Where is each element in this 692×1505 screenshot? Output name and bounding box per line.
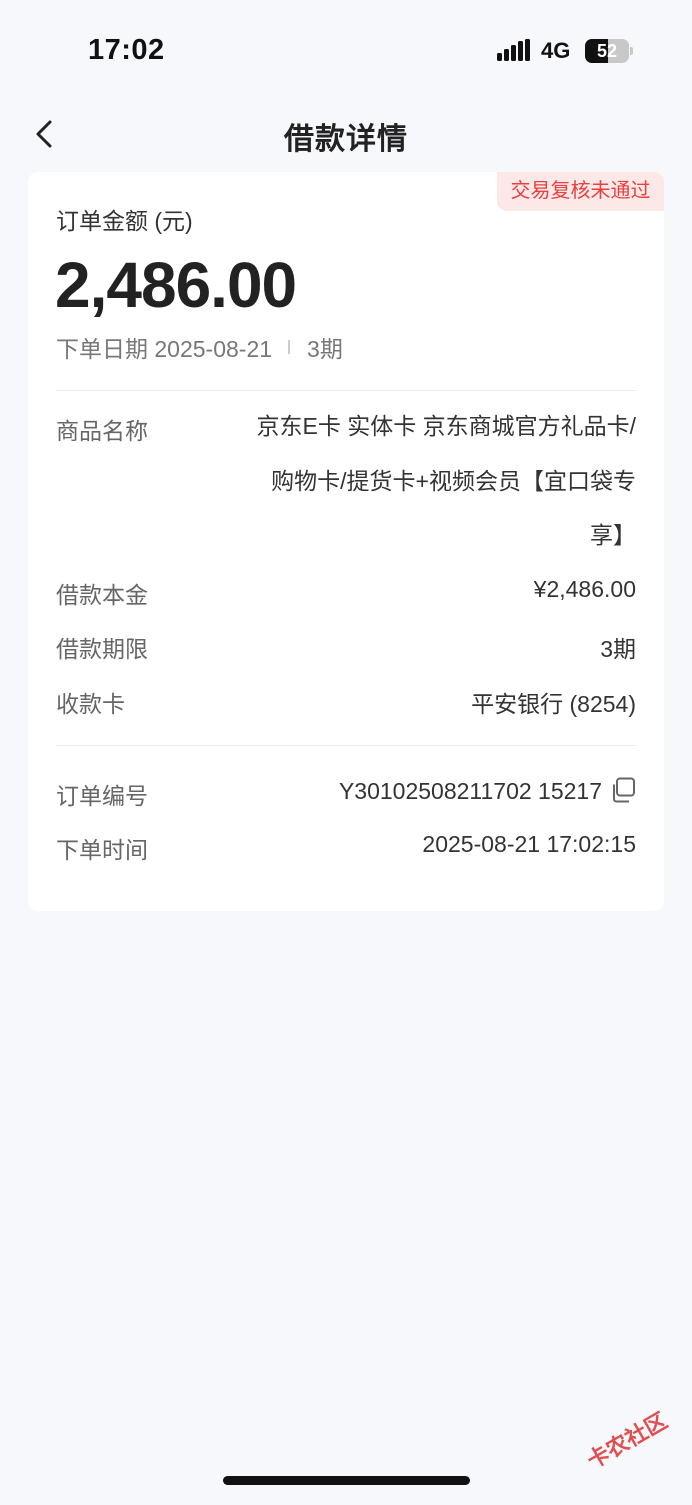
order-number: Y30102508211702 15217 (338, 778, 602, 804)
nav-bar: 借款详情 (0, 100, 692, 170)
product-label: 商品名称 (56, 418, 148, 444)
page-title: 借款详情 (284, 123, 408, 156)
divider (56, 390, 636, 391)
principal-label: 借款本金 (56, 582, 148, 608)
order-date-line: 下单日期 2025-08-21 3期 (56, 330, 343, 364)
status-badge: 交易复核未通过 (497, 172, 664, 211)
home-indicator[interactable] (223, 1476, 470, 1485)
battery-level: 52 (596, 41, 618, 61)
order-number-value-wrap: Y30102508211702 15217 (339, 777, 636, 805)
watermark-logo: 卡农社区 (582, 1407, 672, 1474)
product-value: 京东E卡 实体卡 京东商城官方礼品卡/购物卡/提货卡+视频会员【宜口袋专享】 (256, 413, 636, 548)
receiving-card-label: 收款卡 (56, 691, 125, 717)
amount-label: 订单金额 (元) (56, 208, 193, 234)
order-amount: 2,486.00 (55, 249, 297, 321)
order-time-label: 下单时间 (56, 837, 148, 863)
term-value: 3期 (600, 636, 636, 662)
principal-value: ¥2,486.00 (533, 576, 636, 602)
loan-detail-card: 交易复核未通过 订单金额 (元) 2,486.00 下单日期 2025-08-2… (28, 172, 664, 911)
product-row: 商品名称 京东E卡 实体卡 京东商城官方礼品卡/购物卡/提货卡+视频会员【宜口袋… (56, 412, 636, 576)
order-periods: 3期 (307, 336, 343, 362)
status-bar: 17:02 4G 52 (0, 0, 692, 100)
order-date: 下单日期 2025-08-21 (56, 336, 273, 362)
divider (56, 745, 636, 746)
network-type: 4G (541, 38, 571, 63)
order-number-label: 订单编号 (56, 783, 148, 809)
order-time-value: 2025-08-21 17:02:15 (422, 831, 636, 857)
receiving-card-value: 平安银行 (8254) (471, 691, 636, 717)
signal-icon (497, 39, 530, 61)
copy-icon[interactable] (610, 777, 636, 803)
term-label: 借款期限 (56, 636, 148, 662)
status-time: 17:02 (88, 34, 165, 66)
separator (288, 340, 291, 354)
battery-icon: 52 (585, 39, 633, 63)
